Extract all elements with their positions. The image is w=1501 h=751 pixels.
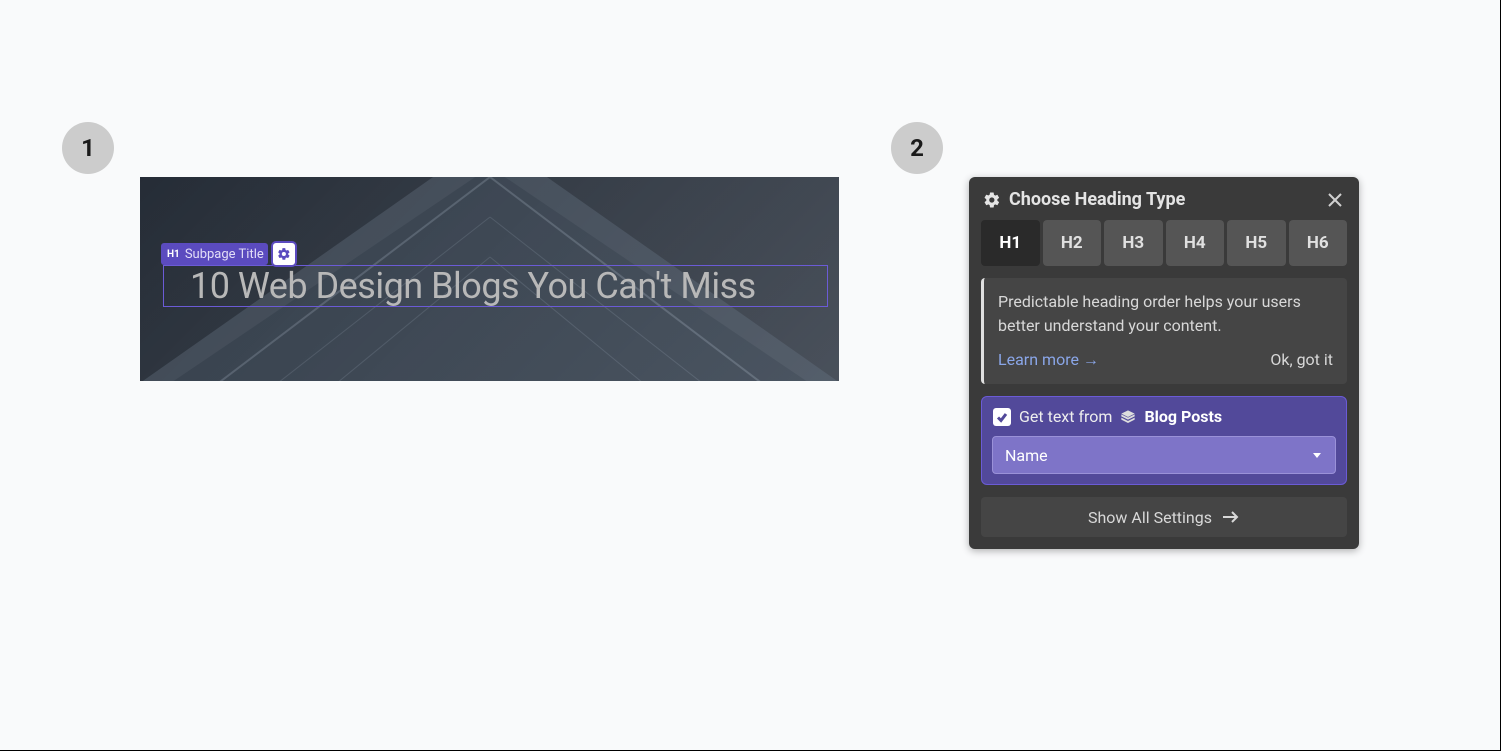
close-icon bbox=[1327, 192, 1343, 208]
arrow-right-icon bbox=[1222, 510, 1240, 524]
chevron-down-icon bbox=[1311, 449, 1323, 461]
heading-text[interactable]: 10 Web Design Blogs You Can't Miss bbox=[190, 265, 810, 307]
binding-checkbox[interactable] bbox=[993, 408, 1011, 426]
tab-h5[interactable]: H5 bbox=[1227, 220, 1286, 266]
binding-prefix: Get text from bbox=[1019, 407, 1112, 426]
binding-row: Get text from Blog Posts bbox=[992, 407, 1336, 426]
heading-type-tabs: H1 H2 H3 H4 H5 H6 bbox=[969, 220, 1359, 278]
close-button[interactable] bbox=[1325, 190, 1345, 210]
element-tag-type: H1 bbox=[167, 249, 180, 260]
show-all-settings-button[interactable]: Show All Settings bbox=[981, 497, 1347, 537]
ok-got-it-button[interactable]: Ok, got it bbox=[1270, 348, 1333, 372]
panel-title: Choose Heading Type bbox=[1009, 189, 1317, 210]
learn-more-link[interactable]: Learn more → bbox=[998, 348, 1099, 372]
gear-icon bbox=[277, 247, 291, 261]
heading-settings-panel: Choose Heading Type H1 H2 H3 H4 H5 H6 Pr… bbox=[969, 177, 1359, 549]
collection-icon bbox=[1120, 409, 1136, 425]
binding-source: Blog Posts bbox=[1144, 407, 1222, 426]
check-icon bbox=[996, 411, 1008, 423]
step-badge-1: 1 bbox=[62, 122, 114, 174]
panel-header: Choose Heading Type bbox=[969, 177, 1359, 220]
step-badge-2: 2 bbox=[891, 122, 943, 174]
cms-binding-box: Get text from Blog Posts Name bbox=[981, 396, 1347, 485]
show-all-label: Show All Settings bbox=[1088, 508, 1212, 527]
element-tag[interactable]: H1 Subpage Title bbox=[161, 243, 268, 265]
info-box: Predictable heading order helps your use… bbox=[981, 278, 1347, 384]
tab-h4[interactable]: H4 bbox=[1166, 220, 1225, 266]
tab-h6[interactable]: H6 bbox=[1289, 220, 1348, 266]
tab-h3[interactable]: H3 bbox=[1104, 220, 1163, 266]
field-dropdown[interactable]: Name bbox=[992, 436, 1336, 474]
element-settings-button[interactable] bbox=[271, 241, 297, 267]
editor-canvas[interactable]: H1 Subpage Title 10 Web Design Blogs You… bbox=[140, 177, 839, 381]
tab-h1[interactable]: H1 bbox=[981, 220, 1040, 266]
info-text: Predictable heading order helps your use… bbox=[998, 290, 1333, 338]
element-tag-label: Subpage Title bbox=[185, 247, 264, 262]
tab-h2[interactable]: H2 bbox=[1043, 220, 1102, 266]
field-dropdown-value: Name bbox=[1005, 446, 1048, 465]
gear-icon bbox=[983, 191, 1001, 209]
